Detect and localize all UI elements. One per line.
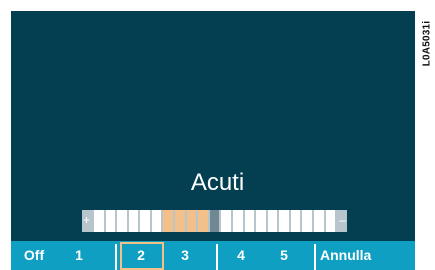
level-cell — [94, 210, 104, 232]
level-cell — [198, 210, 208, 232]
level-cell — [244, 210, 255, 232]
level-cell — [267, 210, 278, 232]
menu-divider — [314, 244, 316, 270]
level-cell — [279, 210, 289, 232]
level-cell — [313, 210, 324, 232]
level-cell — [232, 210, 243, 232]
level-cell — [256, 210, 266, 232]
menu-item-off[interactable]: Off — [11, 241, 57, 270]
level-cell — [290, 210, 301, 232]
selected-menu-highlight — [120, 242, 164, 270]
level-cell — [325, 210, 336, 232]
level-cell — [128, 210, 139, 232]
menu-item-3[interactable]: 3 — [163, 241, 207, 270]
level-cell — [221, 210, 231, 232]
menu-item-1[interactable]: 1 — [57, 241, 101, 270]
level-cell — [175, 210, 185, 232]
treble-level-bar: + – — [82, 210, 347, 232]
menu-item-annulla[interactable]: Annulla — [318, 241, 375, 270]
display-screen: Acuti + – Off 1 2 3 4 5 Annulla — [0, 0, 419, 270]
level-cell — [151, 210, 162, 232]
screen-title: Acuti — [190, 169, 245, 196]
level-cell — [140, 210, 150, 232]
level-cells — [94, 210, 336, 232]
plus-sign: + — [83, 213, 91, 227]
minus-sign: – — [339, 213, 346, 227]
level-cell — [105, 210, 116, 232]
level-cell — [163, 210, 174, 232]
menu-divider — [115, 244, 117, 270]
side-code: L0A5031i — [421, 20, 433, 66]
level-cell — [302, 210, 312, 232]
level-cell — [186, 210, 197, 232]
bottom-menu: Off 1 2 3 4 5 Annulla — [11, 241, 415, 270]
level-cell — [117, 210, 127, 232]
menu-divider — [216, 244, 218, 270]
menu-item-5[interactable]: 5 — [262, 241, 306, 270]
level-cell — [209, 210, 220, 232]
menu-item-4[interactable]: 4 — [220, 241, 262, 270]
